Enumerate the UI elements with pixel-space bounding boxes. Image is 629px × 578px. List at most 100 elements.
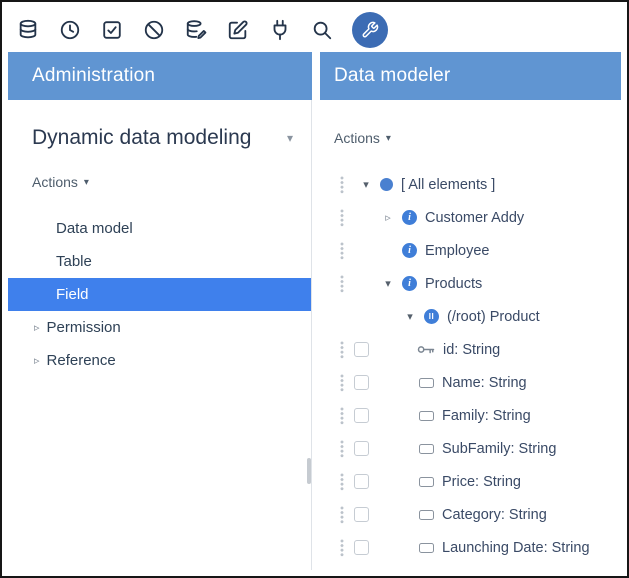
tree-node-content: ▾iEmployee xyxy=(382,243,489,259)
sidebar-item-label: Reference xyxy=(47,352,116,369)
field-icon xyxy=(419,444,434,454)
sidebar-item-field[interactable]: Field xyxy=(8,278,311,311)
info-icon: i xyxy=(402,210,417,225)
sidebar-item-reference[interactable]: ▹ Reference xyxy=(8,344,311,377)
tree-row-name-string[interactable]: Name: String xyxy=(320,366,621,399)
entity-icon: II xyxy=(424,309,439,324)
tree-row-price-string[interactable]: Price: String xyxy=(320,465,621,498)
field-checkbox[interactable] xyxy=(354,408,369,423)
app-window: Administration Data modeler Dynamic data… xyxy=(0,0,629,578)
tree-row-all-elements[interactable]: ▾[ All elements ] xyxy=(320,168,621,201)
tree-row-subfamily-string[interactable]: SubFamily: String xyxy=(320,432,621,465)
tree-item-label: SubFamily: String xyxy=(442,441,556,457)
block-icon[interactable] xyxy=(142,18,166,42)
modeler-header-title: Data modeler xyxy=(334,65,450,87)
caret-right-icon[interactable]: ▹ xyxy=(382,211,394,224)
tree-item-label: Launching Date: String xyxy=(442,540,590,556)
toolbar xyxy=(8,8,621,52)
drag-handle-icon[interactable] xyxy=(340,440,344,458)
sidebar-item-data-model[interactable]: Data model xyxy=(8,212,311,245)
tree-item-label: Category: String xyxy=(442,507,547,523)
tree-node-content: id: String xyxy=(417,342,500,358)
plug-icon[interactable] xyxy=(268,18,292,42)
caret-down-icon: ▾ xyxy=(386,133,391,144)
tree-row-customer-addy[interactable]: ▹ i Customer Addy xyxy=(320,201,621,234)
drag-handle-icon[interactable] xyxy=(340,341,344,359)
drag-handle-icon[interactable] xyxy=(340,539,344,557)
field-checkbox[interactable] xyxy=(354,375,369,390)
drag-handle-icon[interactable] xyxy=(340,209,344,227)
sidebar-item-label: Field xyxy=(56,286,89,303)
tree-item-label: Customer Addy xyxy=(425,210,524,226)
admin-header: Administration xyxy=(8,52,312,100)
tree-node-content: ▾ II (/root) Product xyxy=(404,309,540,325)
tree-node-content: Price: String xyxy=(419,474,521,490)
drag-handle-icon[interactable] xyxy=(340,407,344,425)
check-square-icon[interactable] xyxy=(100,18,124,42)
drag-handle-icon[interactable] xyxy=(340,506,344,524)
admin-header-title: Administration xyxy=(32,65,155,87)
drag-handle-icon[interactable] xyxy=(340,473,344,491)
caret-right-icon[interactable]: ▹ xyxy=(34,321,40,334)
caret-down-icon[interactable]: ▾ xyxy=(360,178,372,191)
modeler-actions-menu-button[interactable]: Actions ▾ xyxy=(334,130,391,146)
edit-icon[interactable] xyxy=(226,18,250,42)
database-icon[interactable] xyxy=(16,18,40,42)
info-icon: i xyxy=(402,243,417,258)
info-icon: i xyxy=(402,276,417,291)
section-headers: Administration Data modeler xyxy=(8,52,621,100)
field-checkbox[interactable] xyxy=(354,474,369,489)
search-icon[interactable] xyxy=(310,18,334,42)
tree-item-label: Price: String xyxy=(442,474,521,490)
tree-item-label: (/root) Product xyxy=(447,309,540,325)
tree-row-category-string[interactable]: Category: String xyxy=(320,498,621,531)
caret-down-icon[interactable]: ▾ xyxy=(382,277,394,290)
caret-down-icon: ▾ xyxy=(84,177,89,188)
drag-handle-icon[interactable] xyxy=(340,176,344,194)
sidebar-item-table[interactable]: Table xyxy=(8,245,311,278)
content-area: Dynamic data modeling ▾ Actions ▾ Data m… xyxy=(8,100,621,570)
sidebar-item-permission[interactable]: ▹ Permission xyxy=(8,311,311,344)
page-title-row: Dynamic data modeling ▾ xyxy=(32,126,293,150)
tree-node-content: ▾ i Products xyxy=(382,276,482,292)
tree-row-id-string[interactable]: id: String xyxy=(320,333,621,366)
title-caret-down-icon[interactable]: ▾ xyxy=(287,131,293,145)
field-icon xyxy=(419,543,434,553)
admin-panel: Dynamic data modeling ▾ Actions ▾ Data m… xyxy=(8,100,312,570)
key-icon xyxy=(417,343,435,356)
tree-row-family-string[interactable]: Family: String xyxy=(320,399,621,432)
database-edit-icon[interactable] xyxy=(184,18,208,42)
field-checkbox[interactable] xyxy=(354,441,369,456)
tree-node-content: Name: String xyxy=(419,375,527,391)
drag-handle-icon[interactable] xyxy=(340,275,344,293)
admin-actions-menu-button[interactable]: Actions ▾ xyxy=(32,174,89,190)
field-checkbox[interactable] xyxy=(354,507,369,522)
field-checkbox[interactable] xyxy=(354,540,369,555)
tree-node-content: ▹ i Customer Addy xyxy=(382,210,524,226)
page-title: Dynamic data modeling xyxy=(32,126,251,150)
wrench-icon[interactable] xyxy=(352,12,388,48)
field-icon xyxy=(419,510,434,520)
tree-item-label: Family: String xyxy=(442,408,531,424)
field-icon xyxy=(419,378,434,388)
tree-row-launching-date-string[interactable]: Launching Date: String xyxy=(320,531,621,564)
tree-row-root-product[interactable]: ▾ II (/root) Product xyxy=(320,300,621,333)
modeler-header: Data modeler xyxy=(320,52,621,100)
tree-item-label: Products xyxy=(425,276,482,292)
scrollbar-thumb[interactable] xyxy=(307,458,311,484)
tree-node-content: Category: String xyxy=(419,507,547,523)
tree-row-products[interactable]: ▾ i Products xyxy=(320,267,621,300)
caret-down-icon[interactable]: ▾ xyxy=(404,310,416,323)
element-tree: ▾[ All elements ] ▹ i Customer Addy ▾iEmploy… xyxy=(320,168,621,564)
caret-right-icon[interactable]: ▹ xyxy=(34,354,40,367)
drag-handle-icon[interactable] xyxy=(340,374,344,392)
tree-node-content: Family: String xyxy=(419,408,531,424)
sidebar-item-label: Permission xyxy=(47,319,121,336)
tree-row-employee[interactable]: ▾iEmployee xyxy=(320,234,621,267)
clock-icon[interactable] xyxy=(58,18,82,42)
field-icon xyxy=(419,477,434,487)
admin-actions-label: Actions xyxy=(32,174,78,190)
field-checkbox[interactable] xyxy=(354,342,369,357)
drag-handle-icon[interactable] xyxy=(340,242,344,260)
sidebar-item-label: Data model xyxy=(56,220,133,237)
